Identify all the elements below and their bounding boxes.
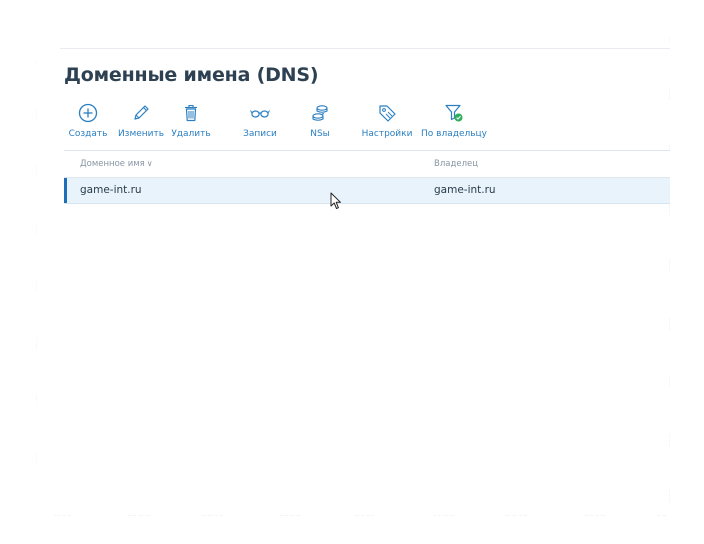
ns-button[interactable]: NSы — [302, 102, 338, 139]
filter-icon — [445, 104, 463, 122]
edit-button[interactable]: Изменить — [116, 102, 166, 139]
settings-button[interactable]: Настройки — [362, 102, 412, 139]
settings-label: Настройки — [361, 129, 413, 139]
create-label: Создать — [68, 129, 108, 139]
plus-circle-icon — [78, 103, 98, 123]
column-header-owner[interactable]: Владелец — [434, 159, 478, 169]
delete-label: Удалить — [171, 129, 211, 139]
trash-icon — [185, 104, 197, 122]
selected-row-marker — [64, 178, 67, 203]
filter-by-owner-button[interactable]: По владельцу — [421, 102, 487, 139]
top-divider — [60, 48, 670, 49]
records-button[interactable]: Записи — [238, 102, 282, 139]
mouse-pointer-icon — [330, 192, 341, 209]
page-title: Доменные имена (DNS) — [64, 64, 319, 86]
column-header-domain[interactable]: Доменное имя ∨ — [80, 159, 153, 169]
create-button[interactable]: Создать — [62, 102, 114, 139]
filter-by-owner-label: По владельцу — [421, 129, 487, 139]
cell-domain: game-int.ru — [80, 184, 142, 196]
domains-table: Доменное имя ∨ Владелец game-int.ru game-… — [64, 150, 670, 204]
pencil-icon — [134, 105, 149, 120]
servers-icon — [312, 105, 328, 121]
records-label: Записи — [243, 129, 277, 139]
delete-button[interactable]: Удалить — [168, 102, 214, 139]
table-header: Доменное имя ∨ Владелец — [64, 151, 670, 178]
edit-label: Изменить — [117, 129, 165, 139]
cell-owner: game-int.ru — [434, 184, 496, 196]
glasses-icon — [250, 110, 270, 118]
table-row[interactable]: game-int.ru game-int.ru — [64, 178, 670, 204]
ns-label: NSы — [310, 129, 330, 139]
tag-icon — [379, 105, 396, 122]
column-header-domain-label: Доменное имя — [80, 159, 145, 169]
chevron-down-icon: ∨ — [146, 159, 153, 168]
